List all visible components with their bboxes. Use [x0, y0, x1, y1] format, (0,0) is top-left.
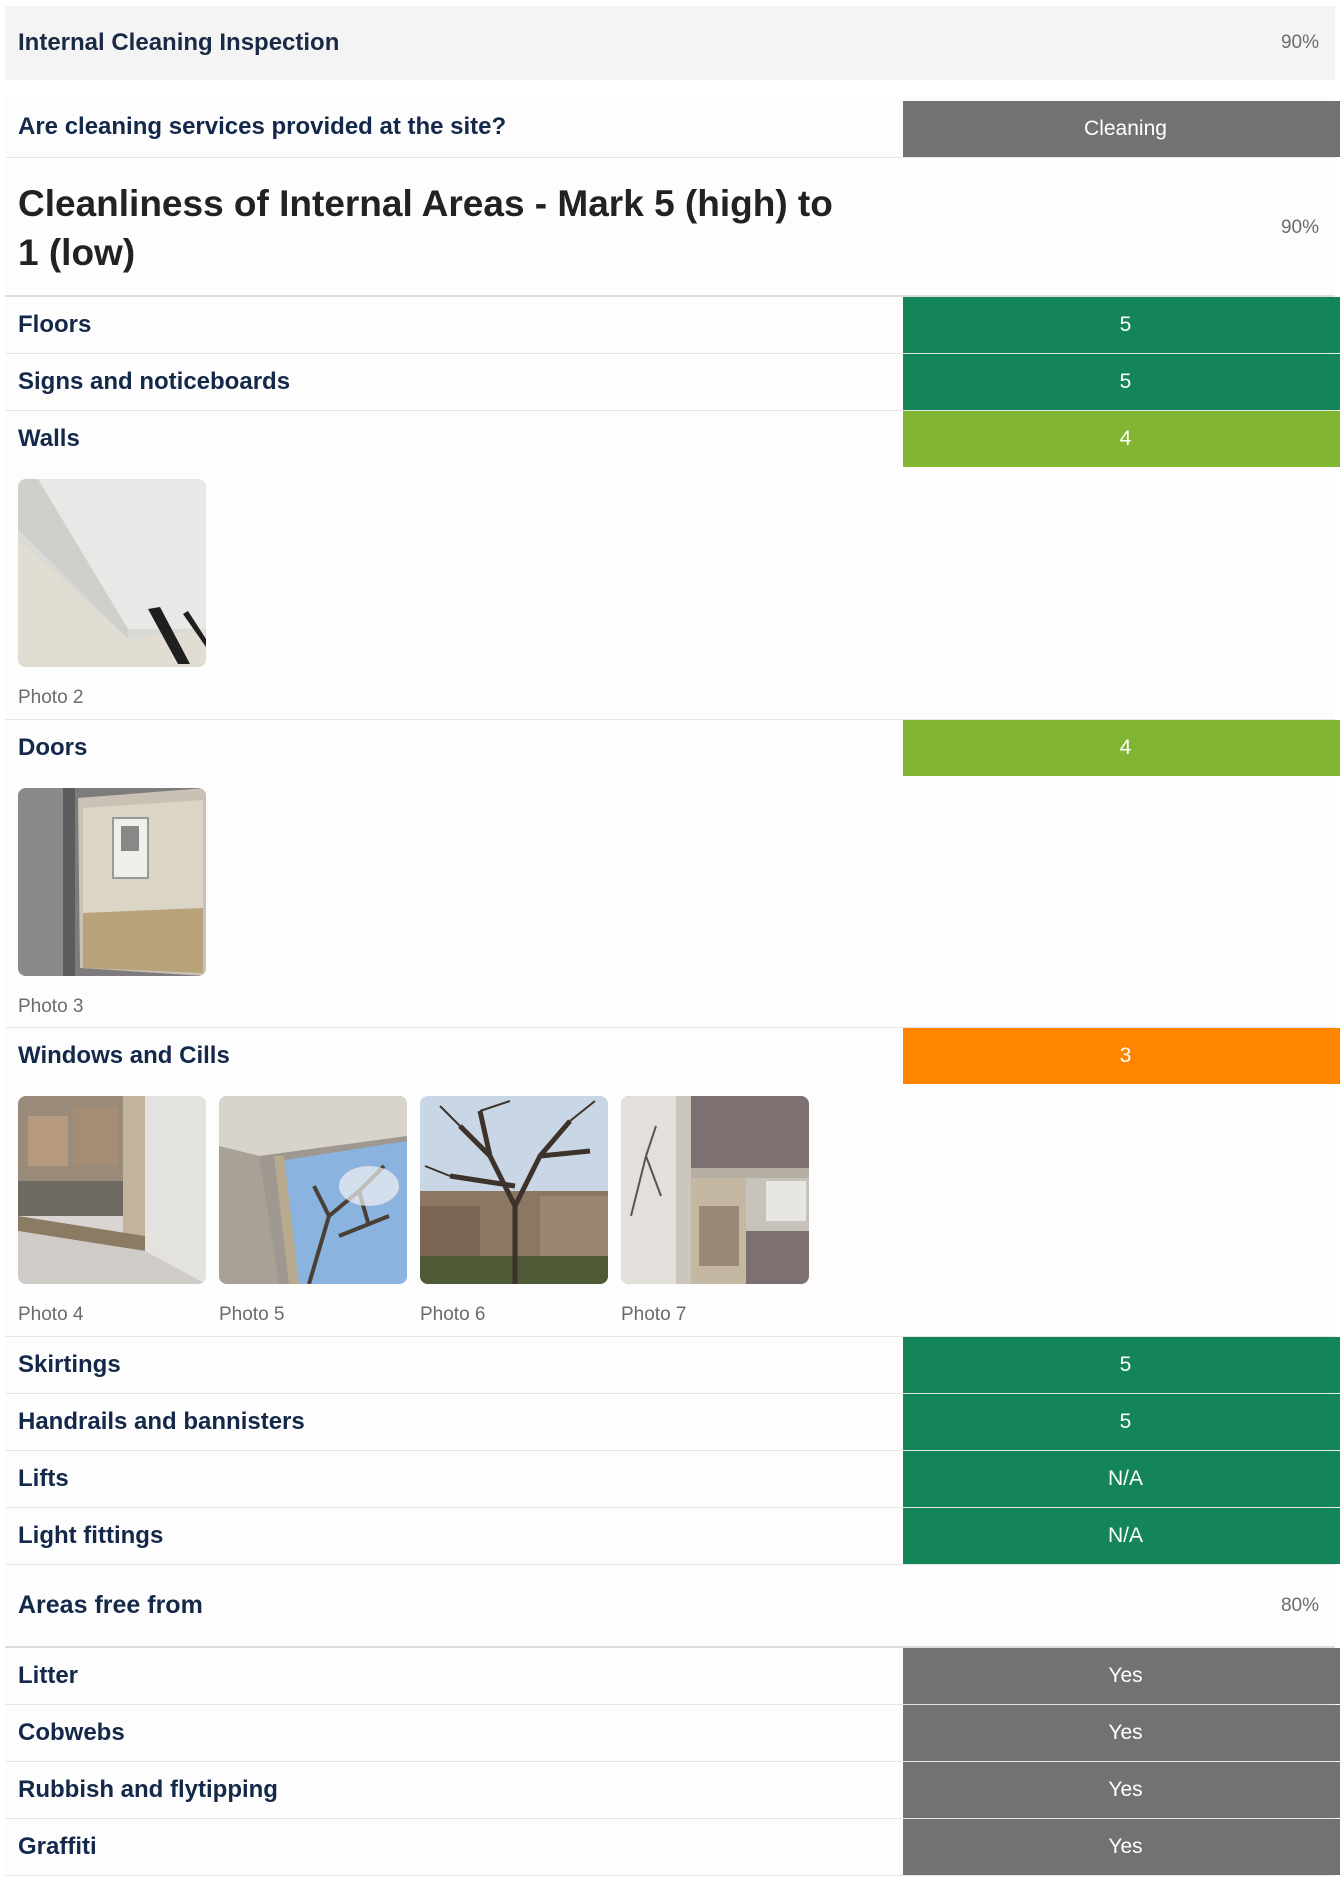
question-label: Windows and Cills	[18, 1042, 230, 1069]
question-row-handrails: Handrails and bannisters 5	[5, 1394, 1340, 1451]
question-row-signs: Signs and noticeboards 5	[5, 354, 1340, 411]
photo-thumbnail[interactable]	[18, 788, 206, 976]
answer-badge[interactable]: N/A	[903, 1508, 1340, 1564]
question-label: Floors	[18, 311, 92, 338]
photo-item[interactable]: Photo 2	[18, 479, 206, 709]
question-row-rubbish: Rubbish and flytipping Yes	[5, 1762, 1340, 1819]
photo-item[interactable]: Photo 5	[219, 1096, 407, 1326]
photo-caption: Photo 4	[18, 1304, 84, 1325]
report-score: 90%	[1280, 32, 1319, 53]
report-header: Internal Cleaning Inspection 90%	[5, 6, 1335, 80]
answer-badge[interactable]: Yes	[903, 1705, 1340, 1761]
question-row-walls: Walls 4 Photo 2	[5, 411, 1340, 720]
photo-item[interactable]: Photo 6	[420, 1096, 608, 1326]
answer-badge[interactable]: Yes	[903, 1819, 1340, 1875]
question-row-windows: Windows and Cills 3 Photo 4 Photo 5 Phot…	[5, 1028, 1340, 1337]
photo-item[interactable]: Photo 3	[18, 788, 206, 1018]
question-row-light-fittings: Light fittings N/A	[5, 1508, 1340, 1565]
answer-badge[interactable]: 4	[903, 720, 1340, 776]
question-label: Graffiti	[18, 1833, 97, 1860]
question-label: Doors	[18, 734, 88, 761]
answer-badge[interactable]: 5	[903, 1337, 1340, 1393]
question-label: Signs and noticeboards	[18, 368, 291, 395]
photo-thumbnail[interactable]	[621, 1096, 809, 1284]
photo-caption: Photo 6	[420, 1304, 486, 1325]
question-label: Litter	[18, 1662, 78, 1689]
question-row-cleaning-services: Are cleaning services provided at the si…	[5, 96, 1340, 158]
answer-badge[interactable]: 3	[903, 1028, 1340, 1084]
question-label: Cobwebs	[18, 1719, 125, 1746]
answer-badge[interactable]: N/A	[903, 1451, 1340, 1507]
photo-thumbnail[interactable]	[18, 1096, 206, 1284]
question-row-litter: Litter Yes	[5, 1648, 1340, 1705]
photo-thumbnail[interactable]	[18, 479, 206, 667]
photo-item[interactable]: Photo 4	[18, 1096, 206, 1326]
question-row-lifts: Lifts N/A	[5, 1451, 1340, 1508]
answer-badge[interactable]: 5	[903, 297, 1340, 353]
section-title: Cleanliness of Internal Areas - Mark 5 (…	[18, 182, 833, 273]
question-row-skirtings: Skirtings 5	[5, 1337, 1340, 1394]
photo-gallery: Photo 4 Photo 5 Photo 6 Photo 7	[5, 1084, 1335, 1326]
question-row-doors: Doors 4 Photo 3	[5, 720, 1340, 1028]
photo-gallery: Photo 3	[5, 776, 1335, 1018]
photo-caption: Photo 2	[18, 687, 84, 708]
question-row-floors: Floors 5	[5, 297, 1340, 354]
answer-badge[interactable]: 5	[903, 354, 1340, 410]
section-title: Areas free from	[18, 1591, 203, 1619]
answer-badge[interactable]: Yes	[903, 1762, 1340, 1818]
question-label: Lifts	[18, 1465, 69, 1492]
photo-thumbnail[interactable]	[420, 1096, 608, 1284]
question-label: Walls	[18, 425, 80, 452]
section-score: 90%	[1280, 216, 1319, 238]
question-label: Skirtings	[18, 1351, 121, 1378]
question-label: Light fittings	[18, 1522, 164, 1549]
question-label: Handrails and bannisters	[18, 1408, 305, 1435]
photo-thumbnail[interactable]	[219, 1096, 407, 1284]
photo-caption: Photo 5	[219, 1304, 285, 1325]
question-label: Rubbish and flytipping	[18, 1776, 278, 1803]
answer-badge[interactable]: 5	[903, 1394, 1340, 1450]
section-score: 80%	[1280, 1594, 1319, 1616]
answer-badge[interactable]: 4	[903, 411, 1340, 467]
section-header-free-from: Areas free from 80%	[5, 1565, 1335, 1648]
answer-badge[interactable]: Cleaning	[903, 101, 1340, 157]
photo-gallery: Photo 2	[5, 467, 1335, 709]
question-row-cobwebs: Cobwebs Yes	[5, 1705, 1340, 1762]
answer-badge[interactable]: Yes	[903, 1648, 1340, 1704]
section-header-cleanliness: Cleanliness of Internal Areas - Mark 5 (…	[5, 160, 1335, 297]
photo-caption: Photo 3	[18, 996, 84, 1017]
question-label: Are cleaning services provided at the si…	[18, 112, 507, 140]
photo-item[interactable]: Photo 7	[621, 1096, 809, 1326]
photo-caption: Photo 7	[621, 1304, 687, 1325]
question-row-graffiti: Graffiti Yes	[5, 1819, 1340, 1876]
report-title: Internal Cleaning Inspection	[18, 29, 340, 56]
